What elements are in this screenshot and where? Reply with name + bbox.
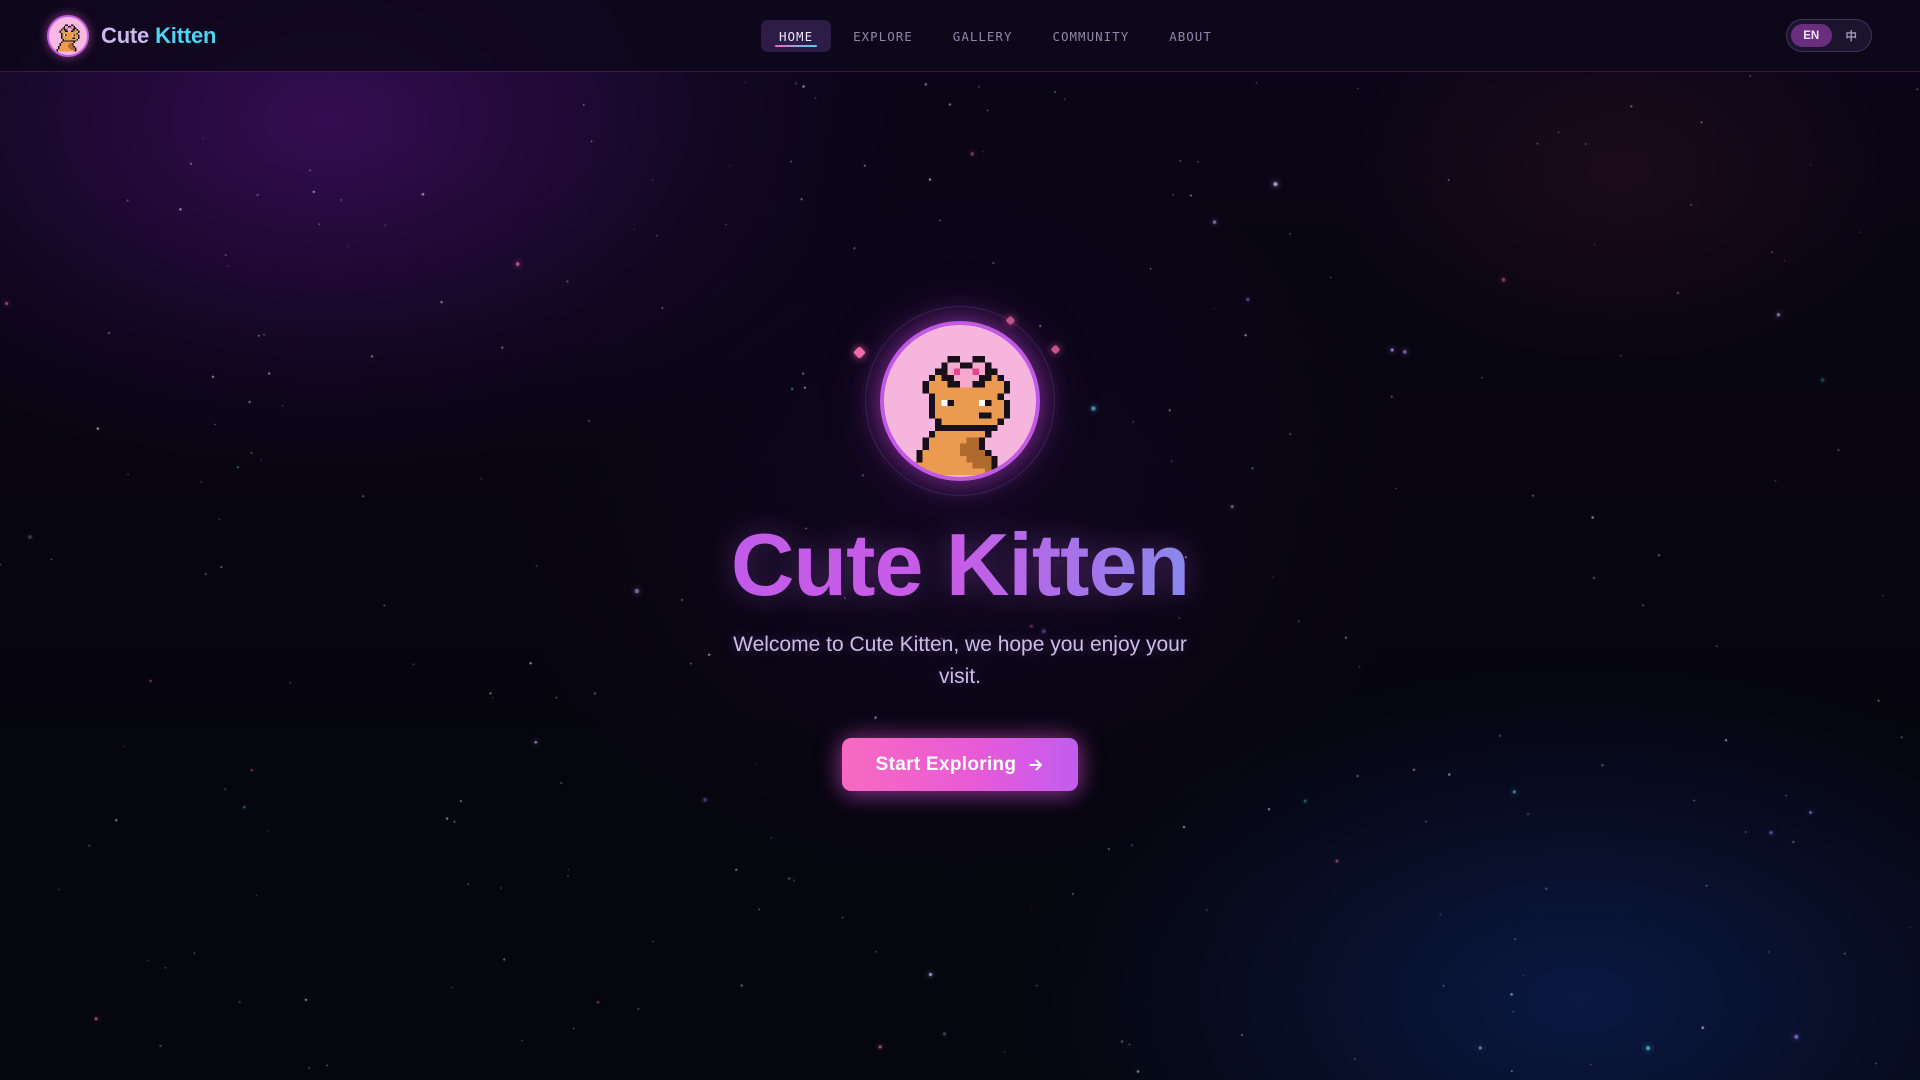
start-exploring-label: Start Exploring (875, 753, 1017, 775)
hero-title: Cute Kitten (560, 510, 1360, 620)
pixel-kitten-icon (880, 321, 1040, 481)
language-option-zh[interactable]: 中 (1836, 24, 1868, 47)
page: Cute Kitten HOME EXPLORE GALLERY COMMUNIT… (0, 0, 1920, 1080)
navbar: Cute Kitten HOME EXPLORE GALLERY COMMUNIT… (0, 0, 1920, 72)
nav-item-about[interactable]: ABOUT (1151, 20, 1230, 52)
start-exploring-button[interactable]: Start Exploring (842, 738, 1078, 791)
brand-home-link[interactable]: Cute Kitten (47, 14, 216, 58)
brand-name-part2: Kitten (155, 23, 217, 48)
brand-name-part1: Cute (101, 23, 150, 48)
hero-avatar (853, 306, 1061, 496)
arrow-right-icon (1029, 759, 1043, 770)
brand-name: Cute Kitten (101, 23, 216, 49)
nav-item-community[interactable]: COMMUNITY (1034, 20, 1147, 52)
pixel-kitten-icon (47, 15, 89, 57)
nav-item-home[interactable]: HOME (761, 20, 832, 52)
main-nav: HOME EXPLORE GALLERY COMMUNITY ABOUT (761, 20, 1230, 52)
hero-subtitle: Welcome to Cute Kitten, we hope you enjo… (733, 633, 1187, 688)
nav-item-explore[interactable]: EXPLORE (835, 20, 931, 52)
language-option-en[interactable]: EN (1791, 24, 1832, 47)
nav-item-gallery[interactable]: GALLERY (935, 20, 1031, 52)
language-toggle: EN 中 (1786, 19, 1872, 52)
